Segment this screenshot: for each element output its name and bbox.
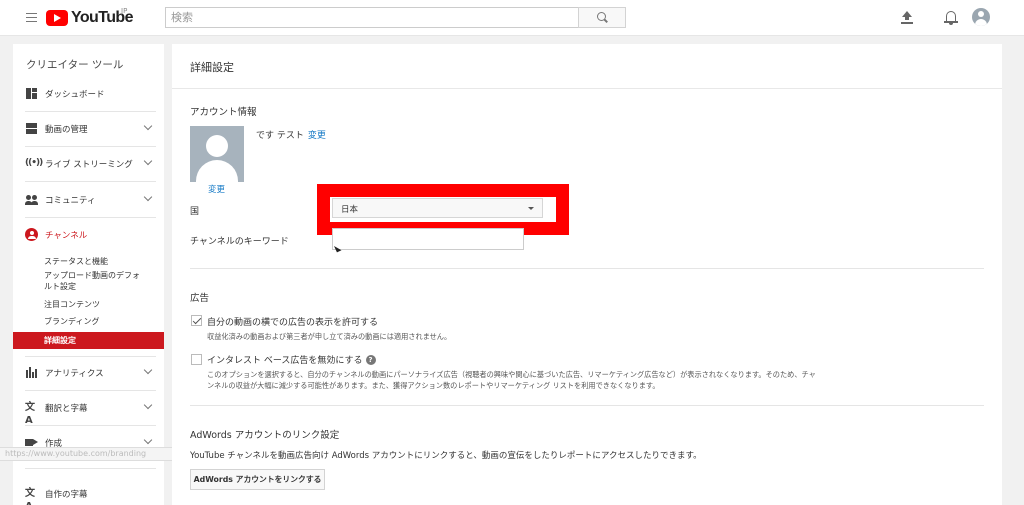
disable-interest-ads-label: インタレスト ベース広告を無効にする? <box>207 353 376 366</box>
sidebar-item-translations[interactable]: 文A 翻訳と字幕 <box>13 397 164 426</box>
chevron-down-icon <box>143 400 153 410</box>
page-title: 詳細設定 <box>190 61 234 74</box>
notifications-icon[interactable] <box>944 10 958 25</box>
search-input[interactable] <box>166 8 578 27</box>
search-box <box>165 7 579 28</box>
divider <box>190 268 984 269</box>
sidebar-item-label: ライブ ストリーミング <box>45 160 133 170</box>
divider <box>190 405 984 406</box>
subitem-label-line2: ルト設定 <box>44 282 76 291</box>
divider <box>25 390 156 391</box>
sidebar-item-label: ダッシュボード <box>45 90 105 100</box>
channel-icon <box>25 228 38 241</box>
sidebar-item-analytics[interactable]: アナリティクス <box>13 362 164 384</box>
chevron-down-icon <box>143 192 153 202</box>
account-avatar[interactable] <box>972 8 990 26</box>
sidebar-item-label: アナリティクス <box>45 369 104 379</box>
sidebar-item-channel[interactable]: チャンネル <box>13 224 164 246</box>
divider <box>25 468 156 469</box>
sidebar-subitem-featured[interactable]: 注目コンテンツ <box>44 299 100 310</box>
play-icon <box>46 10 68 26</box>
sidebar-subitem-branding[interactable]: ブランディング <box>44 316 99 327</box>
account-info-heading: アカウント情報 <box>190 107 257 118</box>
ads-heading: 広告 <box>190 293 210 304</box>
chevron-down-icon <box>143 365 153 375</box>
allow-ads-checkbox[interactable] <box>191 315 202 326</box>
creator-studio-sidebar: クリエイター ツール ダッシュボード 動画の管理 ((•)) ライブ ストリーミ… <box>13 44 164 505</box>
sidebar-item-your-subtitles[interactable]: 文A 自作の字幕 <box>13 483 164 505</box>
sidebar-item-video-manager[interactable]: 動画の管理 <box>13 118 164 140</box>
top-bar: YouTube JP <box>0 0 1024 36</box>
translate-icon: 文A <box>25 488 35 505</box>
interest-ads-label-text: インタレスト ベース広告を無効にする <box>207 356 363 366</box>
chevron-down-icon <box>143 435 153 445</box>
translate-icon: 文A <box>25 402 35 426</box>
sidebar-item-community[interactable]: コミュニティ <box>13 189 164 211</box>
channel-avatar <box>190 126 244 182</box>
help-icon[interactable]: ? <box>365 355 376 365</box>
divider <box>25 146 156 147</box>
divider <box>25 181 156 182</box>
live-icon: ((•)) <box>25 158 43 168</box>
sidebar-item-label: 自作の字幕 <box>45 490 88 500</box>
logo-region: JP <box>121 7 128 15</box>
search-button[interactable] <box>578 7 626 28</box>
sidebar-title: クリエイター ツール <box>26 59 124 71</box>
chevron-down-icon <box>143 156 153 166</box>
analytics-icon <box>25 366 38 379</box>
keywords-label: チャンネルのキーワード <box>190 237 289 247</box>
chevron-down-icon <box>143 121 153 131</box>
subitem-label: 詳細設定 <box>44 336 76 345</box>
channel-name-row: です テスト 変更 <box>256 128 326 141</box>
allow-ads-label: 自分の動画の横での広告の表示を許可する <box>207 318 379 328</box>
video-manager-icon <box>25 122 38 135</box>
sidebar-subitem-upload-defaults[interactable]: アップロード動画のデフォ ルト設定 <box>44 270 140 292</box>
sidebar-item-label: コミュニティ <box>45 196 96 206</box>
sidebar-subitem-status[interactable]: ステータスと機能 <box>44 256 108 267</box>
sidebar-item-label: チャンネル <box>45 231 88 241</box>
disable-interest-ads-checkbox[interactable] <box>191 354 202 365</box>
subitem-label-line1: アップロード動画のデフォ <box>44 271 140 280</box>
adwords-heading: AdWords アカウントのリンク設定 <box>190 430 340 441</box>
divider <box>172 88 1002 89</box>
change-avatar-link[interactable]: 変更 <box>208 183 225 195</box>
upload-icon[interactable] <box>901 11 913 24</box>
divider <box>25 111 156 112</box>
dashboard-icon <box>25 87 38 100</box>
sidebar-subitem-advanced[interactable]: 詳細設定 <box>13 332 164 349</box>
divider <box>25 356 156 357</box>
change-name-link[interactable]: 変更 <box>308 131 326 141</box>
country-value: 日本 <box>341 205 359 215</box>
keywords-input[interactable] <box>332 228 524 250</box>
channel-name: です テスト <box>256 131 304 141</box>
link-adwords-button[interactable]: AdWords アカウントをリンクする <box>190 469 325 490</box>
divider <box>25 217 156 218</box>
search-icon <box>597 12 606 21</box>
community-icon <box>25 193 38 206</box>
dropdown-caret-icon <box>528 207 534 210</box>
page-scrollbar[interactable] <box>1014 40 1022 505</box>
sidebar-item-dashboard[interactable]: ダッシュボード <box>13 83 164 105</box>
allow-ads-description: 収益化済みの動画および第三者が申し立て済みの動画には適用されません。 <box>207 332 452 341</box>
interest-ads-description-1: このオプションを選択すると、自分のチャンネルの動画にパーソナライズ広告（視聴者の… <box>207 370 816 379</box>
adwords-description: YouTube チャンネルを動画広告向け AdWords アカウントにリンクする… <box>190 451 702 461</box>
sidebar-item-label: 動画の管理 <box>45 125 88 135</box>
advanced-settings-panel: 詳細設定 アカウント情報 変更 です テスト 変更 国 日本 チャンネルのキーワー… <box>172 44 1002 505</box>
sidebar-item-label: 翻訳と字幕 <box>45 404 88 414</box>
country-select[interactable]: 日本 <box>332 198 543 218</box>
menu-icon[interactable] <box>26 13 37 22</box>
divider <box>25 425 156 426</box>
interest-ads-description-2: ンネルの収益が大幅に減少する可能性があります。また、獲得アクション数のレポートや… <box>207 381 660 390</box>
country-label: 国 <box>190 207 200 217</box>
sidebar-item-live-streaming[interactable]: ((•)) ライブ ストリーミング <box>13 153 164 175</box>
